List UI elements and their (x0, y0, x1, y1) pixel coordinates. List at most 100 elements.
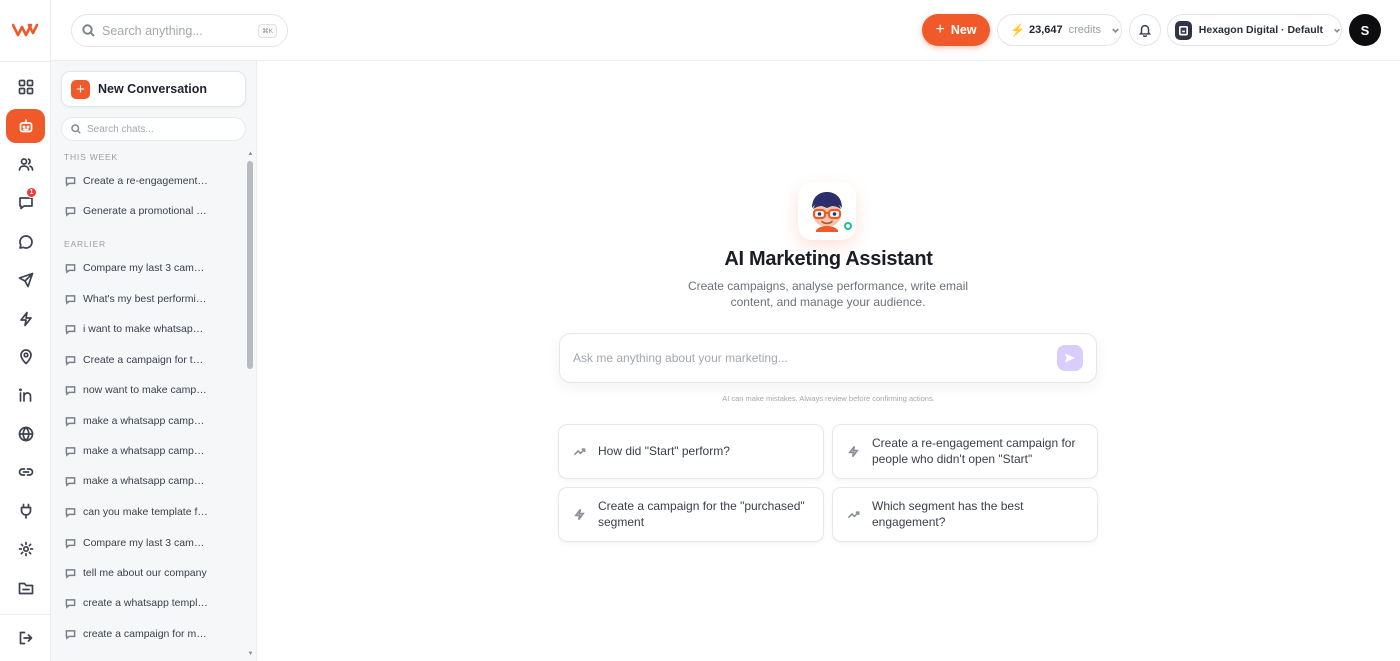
chat-search-input[interactable]: Search chats... (61, 117, 246, 141)
nav-chat[interactable] (6, 225, 45, 259)
sidebar-scrollbar[interactable]: ▲ ▼ (247, 151, 254, 659)
avatar[interactable]: S (1349, 14, 1381, 46)
bot-icon (19, 119, 32, 133)
nav-locations[interactable] (6, 340, 45, 374)
nav-messages[interactable]: 1 (6, 186, 45, 220)
list-item[interactable]: now want to make campai… (65, 380, 241, 400)
trend-icon (573, 448, 586, 456)
scroll-thumb[interactable] (247, 161, 253, 369)
ai-disclaimer: AI can make mistakes. Always review befo… (722, 394, 935, 403)
chevron-down-icon (1112, 28, 1119, 33)
folder-icon (18, 582, 33, 595)
list-item[interactable]: tell me about our company (65, 563, 241, 583)
nav-contacts[interactable] (6, 147, 45, 181)
bolt-icon (574, 508, 585, 521)
plus-icon: + (935, 20, 945, 38)
list-item[interactable]: create a whatsapp templa… (65, 593, 241, 613)
search-icon (71, 124, 81, 134)
chevron-down-icon (1334, 28, 1340, 33)
message-icon (65, 416, 76, 427)
new-button-label: New (950, 23, 977, 37)
list-item[interactable]: Create a re-engagement … (65, 171, 241, 191)
notification-badge: 1 (26, 187, 37, 198)
list-item[interactable]: make a whatsapp campai… (65, 471, 241, 491)
list-item[interactable]: What's my best performin… (65, 289, 241, 309)
nav-links[interactable] (6, 455, 45, 489)
top-header: Search anything... ⌘K + New ⚡ 23,647 cre… (51, 0, 1400, 61)
suggestion-card[interactable]: Which segment has the best engagement? (832, 487, 1098, 542)
scroll-up-arrow[interactable]: ▲ (247, 151, 254, 157)
nav-campaigns[interactable] (6, 263, 45, 297)
section-label-earlier: EARLIER (64, 239, 106, 249)
prompt-input[interactable] (573, 351, 1057, 365)
message-icon (65, 263, 76, 274)
suggestion-text: Create a re-engagement campaign for peop… (872, 436, 1076, 466)
list-item[interactable]: make a whatsapp campai… (65, 441, 241, 461)
message-icon (65, 598, 76, 609)
shortcut-hint: ⌘K (258, 23, 277, 38)
suggestion-card[interactable]: Create a re-engagement campaign for peop… (832, 424, 1098, 479)
list-item[interactable]: i want to make whatsapp … (65, 319, 241, 339)
new-button[interactable]: + New (922, 14, 990, 46)
nav-linkedin[interactable] (6, 378, 45, 412)
message-icon (65, 176, 76, 187)
message-icon (65, 446, 76, 457)
nav-files[interactable] (6, 571, 45, 605)
notifications-button[interactable] (1129, 14, 1161, 46)
bolt-icon: ⚡ (1010, 23, 1025, 37)
chat-icon (18, 235, 33, 249)
credits-dropdown[interactable]: ⚡ 23,647 credits (997, 14, 1122, 46)
icon-rail: 1 (0, 0, 51, 661)
message-icon (65, 324, 76, 335)
list-item[interactable]: Compare my last 3 campa… (65, 258, 241, 278)
list-item[interactable]: Generate a promotional e… (65, 201, 241, 221)
nav-integrations[interactable] (6, 494, 45, 528)
link-icon (18, 468, 33, 476)
message-icon (65, 294, 76, 305)
search-input[interactable]: Search anything... (102, 24, 258, 38)
users-icon (18, 158, 33, 171)
new-conversation-button[interactable]: + New Conversation (61, 71, 246, 107)
list-item[interactable]: Compare my last 3 campa… (65, 533, 241, 553)
rail-divider (0, 614, 51, 615)
scroll-down-arrow[interactable]: ▼ (247, 651, 254, 657)
suggestion-text: How did "Start" perform? (598, 443, 730, 458)
prompt-box (559, 333, 1097, 383)
linkedin-icon (18, 388, 31, 402)
brand-logo[interactable] (11, 21, 39, 39)
suggestion-card[interactable]: Create a campaign for the "purchased" se… (558, 487, 824, 542)
conversation-sidebar: + New Conversation Search chats... THIS … (51, 61, 257, 661)
list-item[interactable]: make a whatsapp campai… (65, 411, 241, 431)
list-item[interactable]: Create a campaign for the… (65, 350, 241, 370)
suggestion-card[interactable]: How did "Start" perform? (558, 424, 824, 479)
message-icon (65, 355, 76, 366)
nav-logout[interactable] (6, 621, 45, 655)
send-icon (1065, 353, 1075, 363)
bell-icon (1138, 24, 1152, 37)
suggestion-text: Create a campaign for the "purchased" se… (598, 499, 805, 529)
credits-value: 23,647 (1028, 24, 1063, 36)
nav-websites[interactable] (6, 417, 45, 451)
message-icon (65, 629, 76, 640)
globe-icon (18, 426, 33, 442)
new-conversation-label: New Conversation (98, 82, 208, 96)
message-icon (65, 206, 76, 217)
list-item[interactable]: create a campaign for my … (65, 624, 241, 644)
workspace-switcher[interactable]: Hexagon Digital · Default (1167, 14, 1342, 46)
page-subtitle: Create campaigns, analyse performance, w… (687, 279, 969, 309)
plug-icon (20, 503, 31, 519)
search-icon (82, 24, 95, 37)
message-icon (65, 568, 76, 579)
page-title: AI Marketing Assistant (724, 248, 933, 270)
global-search[interactable]: Search anything... ⌘K (71, 14, 288, 47)
chat-search-placeholder: Search chats... (87, 123, 154, 135)
section-label-this-week: THIS WEEK (64, 152, 118, 162)
nav-automations[interactable] (6, 302, 45, 336)
nav-dashboard[interactable] (6, 70, 45, 104)
list-item[interactable]: can you make template fo… (65, 502, 241, 522)
nav-settings[interactable] (6, 532, 45, 566)
send-button[interactable] (1057, 345, 1083, 371)
dashboard-icon (18, 79, 33, 95)
bolt-icon (848, 445, 859, 458)
nav-ai-assistant[interactable] (6, 109, 45, 143)
